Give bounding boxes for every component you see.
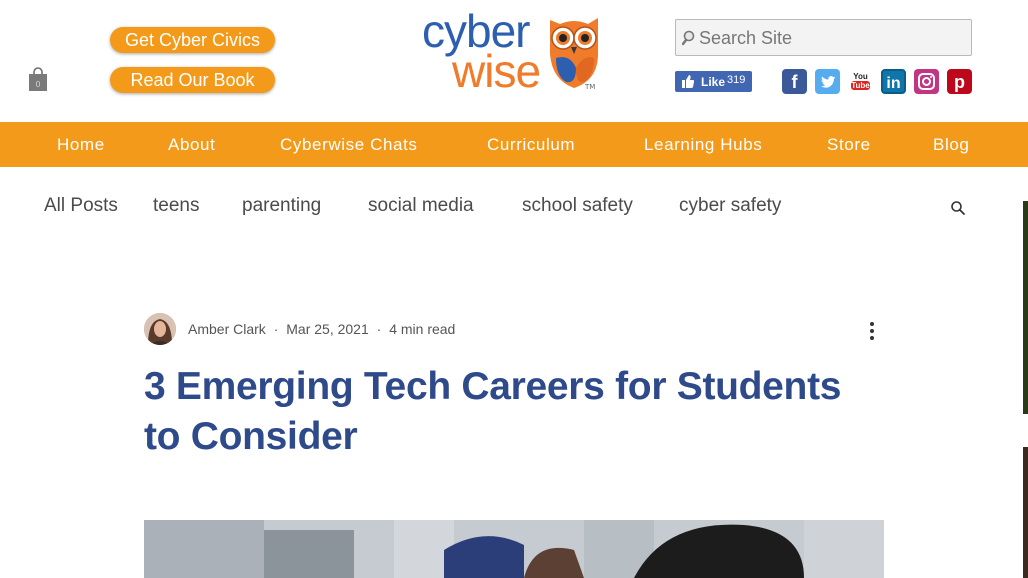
site-search[interactable]	[675, 19, 972, 56]
nav-item-curriculum[interactable]: Curriculum	[487, 135, 575, 155]
youtube-icon[interactable]: You Tube	[848, 69, 873, 94]
search-input[interactable]	[699, 25, 961, 51]
instagram-icon[interactable]	[914, 69, 939, 94]
linkedin-icon[interactable]: in	[881, 69, 906, 94]
cyberwise-logo[interactable]: cyber wise TM	[422, 8, 604, 97]
like-label: Like	[701, 75, 726, 89]
nav-item-about[interactable]: About	[168, 135, 215, 155]
meta-separator: ·	[273, 321, 279, 337]
category-all-posts[interactable]: All Posts	[44, 195, 118, 217]
facebook-like-button[interactable]: Like 319	[675, 71, 752, 92]
search-icon	[682, 30, 695, 46]
twitter-icon[interactable]	[815, 69, 840, 94]
nav-item-blog[interactable]: Blog	[933, 135, 969, 155]
shopping-bag-icon[interactable]: 0	[28, 67, 48, 93]
author-avatar[interactable]	[144, 313, 176, 345]
category-cyber-safety[interactable]: cyber safety	[679, 195, 781, 217]
post-title: 3 Emerging Tech Careers for Students to …	[144, 365, 842, 458]
category-social-media[interactable]: social media	[368, 195, 474, 217]
nav-item-learning-hubs[interactable]: Learning Hubs	[644, 135, 762, 155]
like-count: 319	[727, 74, 746, 86]
category-parenting[interactable]: parenting	[242, 195, 321, 217]
thumbs-up-icon	[682, 75, 694, 88]
category-teens[interactable]: teens	[153, 195, 199, 217]
category-school-safety[interactable]: school safety	[522, 195, 633, 217]
sidebar-thumbnail[interactable]	[1023, 447, 1028, 578]
sidebar-thumbnail[interactable]	[1023, 201, 1028, 414]
nav-item-store[interactable]: Store	[827, 135, 871, 155]
meta-separator: ·	[376, 321, 382, 337]
nav-item-cyberwise-chats[interactable]: Cyberwise Chats	[280, 135, 418, 155]
site-header: 0 Get Cyber Civics Read Our Book cyber w…	[0, 0, 1028, 122]
get-cyber-civics-button[interactable]: Get Cyber Civics	[110, 27, 275, 53]
blog-category-menu: All Posts teens parenting social media s…	[0, 195, 1000, 219]
read-our-book-button[interactable]: Read Our Book	[110, 67, 275, 93]
post-hero-image	[144, 520, 884, 578]
search-icon[interactable]	[950, 200, 966, 216]
owl-mascot-icon	[550, 18, 598, 88]
nav-item-home[interactable]: Home	[57, 135, 105, 155]
read-time: 4 min read	[389, 321, 456, 337]
post-date: Mar 25, 2021	[286, 321, 369, 337]
pinterest-icon[interactable]: p	[947, 69, 972, 94]
post-meta: Amber Clark · Mar 25, 2021 · 4 min read	[188, 321, 455, 337]
facebook-icon[interactable]: f	[782, 69, 807, 94]
cart-count: 0	[36, 80, 41, 89]
more-actions-icon[interactable]	[862, 320, 882, 342]
logo-text-wise: wise	[452, 45, 541, 97]
main-navigation: Home About Cyberwise Chats Curriculum Le…	[0, 122, 1028, 167]
author-name[interactable]: Amber Clark	[188, 321, 266, 337]
